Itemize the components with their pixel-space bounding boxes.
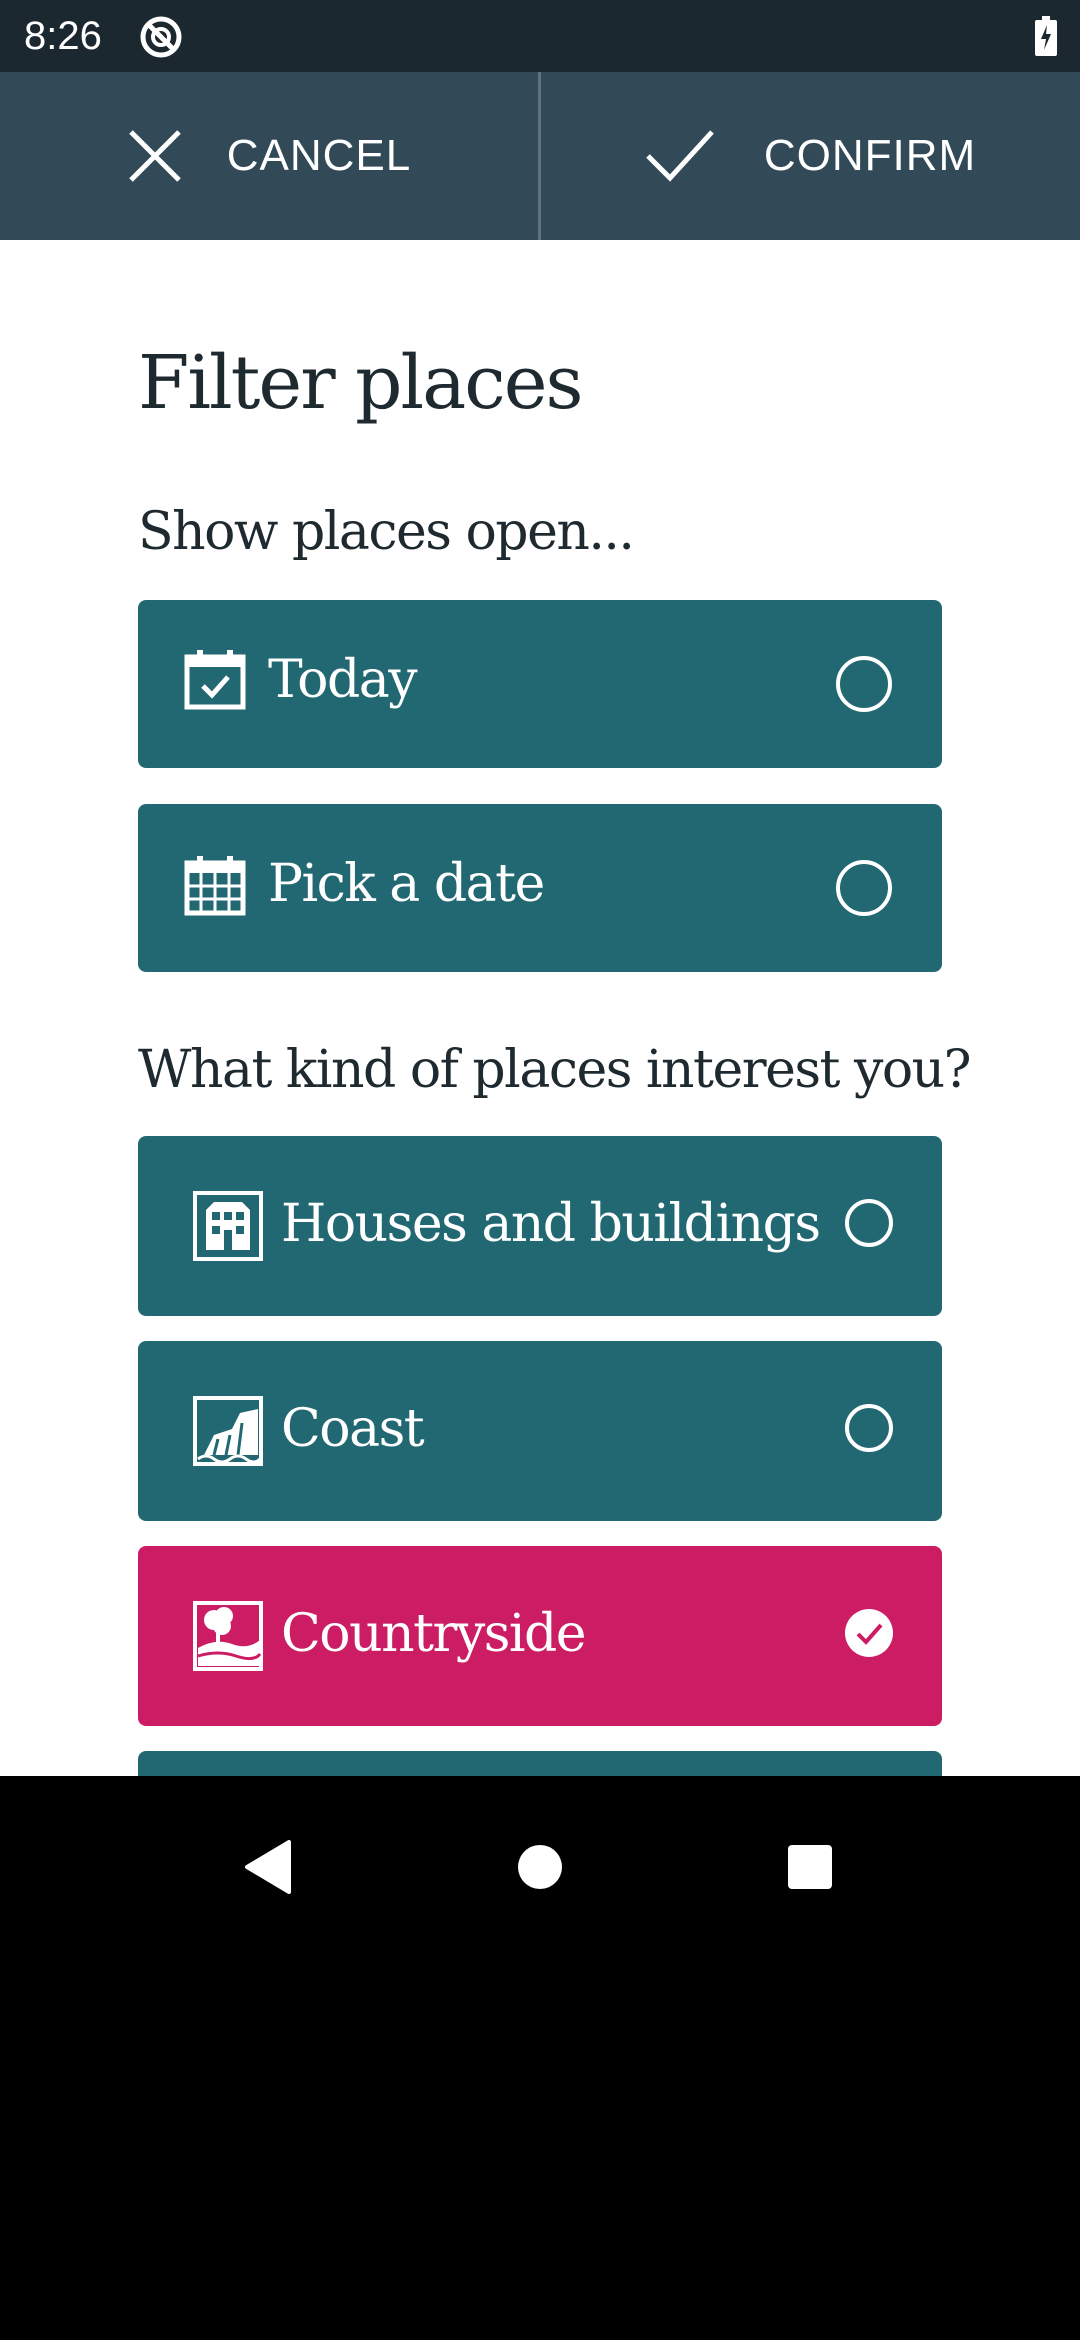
- option-coast-label: Coast: [281, 1399, 425, 1459]
- home-button[interactable]: [495, 1822, 585, 1912]
- confirm-label: CONFIRM: [763, 131, 977, 180]
- calendar-grid-icon: [184, 856, 246, 916]
- screen: 8:26 CANCEL CONFIRM Filter places Show p…: [0, 0, 1080, 2340]
- cancel-label: CANCEL: [226, 131, 412, 180]
- option-coast[interactable]: Coast: [138, 1341, 942, 1521]
- confirm-button[interactable]: CONFIRM: [540, 72, 1080, 240]
- filter-content: Filter places Show places open... Today: [0, 240, 1080, 1776]
- coast-icon: [193, 1396, 263, 1466]
- recents-button[interactable]: [765, 1822, 855, 1912]
- option-houses-and-buildings[interactable]: Houses and buildings: [138, 1136, 942, 1316]
- option-today[interactable]: Today: [138, 600, 942, 768]
- recents-icon: [788, 1845, 832, 1889]
- building-icon: [193, 1191, 263, 1261]
- option-pick-a-date-radio[interactable]: [834, 858, 894, 918]
- action-bar: CANCEL CONFIRM: [0, 72, 1080, 240]
- option-pick-a-date-label: Pick a date: [268, 854, 545, 914]
- interest-section-heading: What kind of places interest you?: [138, 1040, 972, 1100]
- home-icon: [518, 1845, 562, 1889]
- option-countryside[interactable]: Countryside: [138, 1546, 942, 1726]
- status-time: 8:26: [24, 14, 102, 58]
- option-partially-visible[interactable]: [138, 1751, 942, 1776]
- option-coast-radio[interactable]: [844, 1403, 894, 1453]
- navigation-bar: [0, 1776, 1080, 2340]
- option-countryside-radio-checked[interactable]: [844, 1608, 894, 1658]
- countryside-icon: [193, 1601, 263, 1671]
- option-pick-a-date[interactable]: Pick a date: [138, 804, 942, 972]
- calendar-check-icon: [184, 650, 246, 710]
- status-bar: 8:26: [0, 0, 1080, 72]
- page-title: Filter places: [138, 340, 583, 426]
- back-button[interactable]: [223, 1822, 313, 1912]
- option-countryside-label: Countryside: [281, 1604, 587, 1664]
- cancel-button[interactable]: CANCEL: [0, 72, 538, 240]
- option-today-label: Today: [268, 650, 418, 710]
- option-houses-and-buildings-radio[interactable]: [844, 1198, 894, 1248]
- check-icon: [646, 130, 714, 182]
- option-today-radio[interactable]: [834, 654, 894, 714]
- open-section-heading: Show places open...: [138, 502, 635, 562]
- back-icon: [245, 1840, 291, 1894]
- notification-app-icon: [140, 16, 182, 58]
- close-icon: [128, 130, 181, 182]
- option-houses-and-buildings-label: Houses and buildings: [281, 1194, 821, 1254]
- battery-charging-icon: [1035, 16, 1057, 56]
